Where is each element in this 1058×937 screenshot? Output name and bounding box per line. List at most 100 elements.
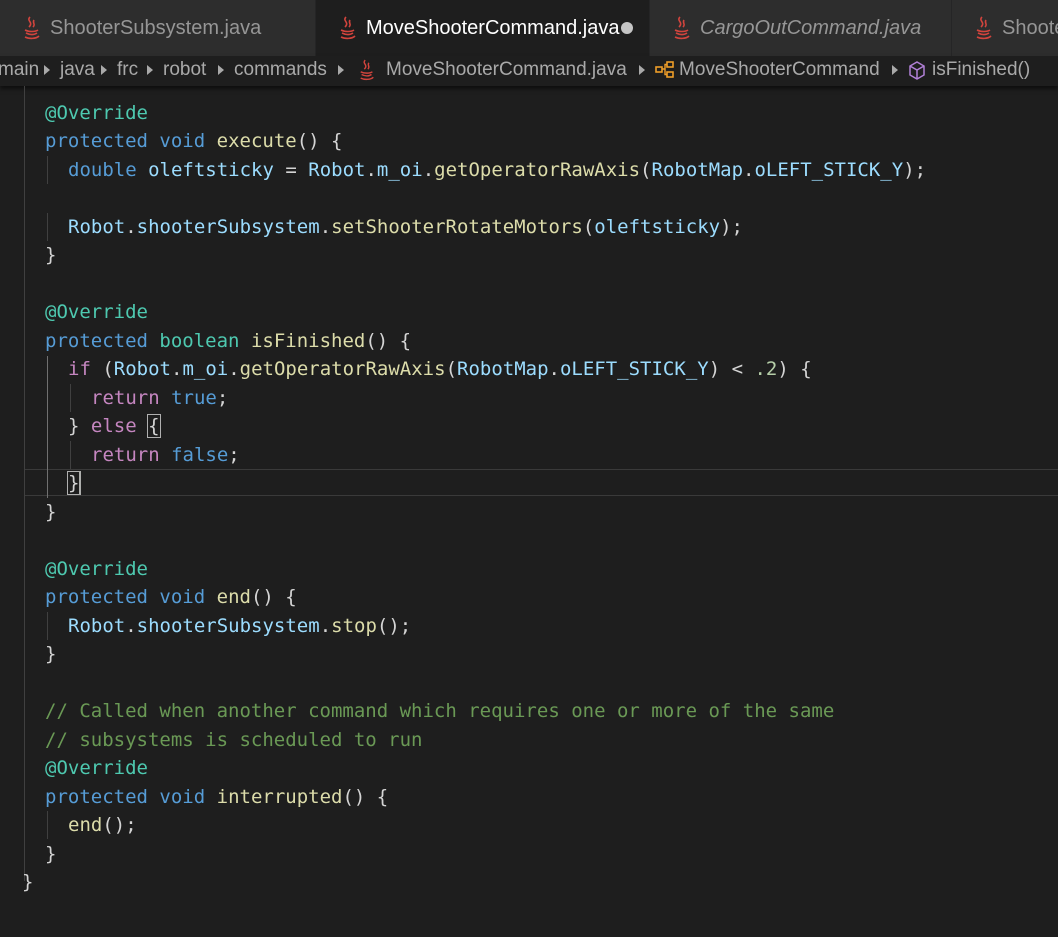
current-line-highlight [24, 469, 1058, 496]
chevron-right-icon [44, 65, 50, 75]
breadcrumb-item-main[interactable]: main [0, 59, 39, 81]
code-token: Robot [113, 358, 171, 380]
indent-guide [70, 441, 71, 469]
java-icon [976, 16, 992, 40]
tab-label: CargoOutCommand.java [700, 16, 922, 39]
code-line-23: // subsystems is scheduled to run [45, 726, 423, 754]
code-line-26: end(); [68, 814, 137, 836]
tab-shooter-partial[interactable]: Shoote [952, 0, 1058, 56]
code-line-2: protected void execute() { [45, 130, 343, 152]
chevron-right-icon [101, 65, 107, 75]
code-line-5: Robot.shooterSubsystem.setShooterRotateM… [68, 216, 743, 238]
code-line-9: protected boolean isFinished() { [45, 330, 412, 352]
indent-guide [47, 356, 48, 498]
chevron-right-icon [639, 65, 645, 75]
tab-shooter-subsystem[interactable]: ShooterSubsystem.java [0, 0, 316, 56]
java-icon [674, 16, 690, 40]
indent-guide [47, 612, 48, 640]
code-line-28: } [22, 868, 33, 896]
code-token: getOperatorRawAxis [434, 159, 641, 181]
tab-cargo-out-command[interactable]: CargoOutCommand.java [650, 0, 952, 56]
indent-guide [70, 384, 71, 412]
code-token: true [171, 387, 217, 409]
code-line-27: } [45, 840, 56, 868]
code-line-12: } else { [68, 414, 161, 438]
code-token: protected [45, 330, 148, 352]
code-line-24: @Override [45, 754, 148, 782]
breadcrumb-item-file[interactable]: MoveShooterCommand.java [386, 59, 627, 81]
breadcrumb-item-method[interactable]: isFinished() [932, 59, 1030, 81]
code-token: Robot [68, 615, 126, 637]
breadcrumb-item-commands[interactable]: commands [234, 59, 327, 81]
chevron-right-icon [338, 65, 344, 75]
code-token: shooterSubsystem [136, 216, 320, 238]
code-token: interrupted [216, 786, 343, 808]
chevron-right-icon [147, 65, 153, 75]
code-token: double [68, 159, 137, 181]
java-icon [340, 16, 356, 40]
code-token: m_oi [182, 358, 229, 380]
code-token: execute [216, 130, 297, 152]
code-token: @Override [45, 301, 148, 323]
code-token: oleftsticky [148, 159, 274, 181]
matched-bracket: { [147, 414, 161, 438]
code-token: false [171, 444, 229, 466]
code-token: protected [45, 786, 148, 808]
code-token: getOperatorRawAxis [239, 358, 446, 380]
unsaved-dot-icon[interactable] [621, 22, 633, 34]
code-token: end [68, 814, 103, 836]
code-token: oleftsticky [594, 216, 721, 238]
method-cube-icon [909, 61, 925, 80]
breadcrumb-item-frc[interactable]: frc [117, 59, 138, 81]
code-token: @Override [45, 102, 148, 124]
code-token: } [45, 501, 57, 523]
code-token: protected [45, 130, 148, 152]
code-line-19: Robot.shooterSubsystem.stop(); [68, 615, 412, 637]
code-token: return [91, 444, 160, 466]
breadcrumb: main java frc robot commands MoveShooter… [0, 56, 1058, 86]
code-token: Robot [308, 159, 366, 181]
code-token: end [216, 586, 251, 608]
breadcrumb-item-class[interactable]: MoveShooterCommand [679, 59, 880, 81]
breadcrumb-item-robot[interactable]: robot [163, 59, 206, 81]
code-token: shooterSubsystem [136, 615, 320, 637]
code-line-20: } [45, 640, 56, 668]
code-token: protected [45, 586, 148, 608]
tab-move-shooter-command[interactable]: MoveShooterCommand.java [316, 0, 650, 56]
code-line-17: @Override [45, 555, 148, 583]
editor-tab-bar: ShooterSubsystem.java MoveShooterCommand… [0, 0, 1058, 56]
code-line-13: return false; [91, 444, 240, 466]
code-line-18: protected void end() { [45, 586, 297, 608]
code-line-1: @Override [45, 99, 148, 127]
code-token: RobotMap [457, 358, 549, 380]
breadcrumb-item-java[interactable]: java [60, 59, 95, 81]
code-token: boolean [159, 330, 240, 352]
code-token: void [159, 130, 206, 152]
code-token: void [159, 586, 206, 608]
code-line-22: // Called when another command which req… [45, 697, 834, 725]
code-token: isFinished [250, 330, 366, 352]
code-editor[interactable]: @Override protected void execute() { dou… [0, 86, 1058, 937]
code-token: RobotMap [651, 159, 744, 181]
java-icon [24, 16, 40, 40]
code-token: } [45, 643, 57, 665]
code-line-6: } [45, 241, 56, 269]
code-comment: // Called when another command which req… [45, 700, 835, 722]
code-token: else [90, 415, 137, 437]
code-token: setShooterRotateMotors [331, 216, 583, 238]
code-line-15: } [45, 498, 56, 526]
code-token: return [91, 387, 160, 409]
code-line-8: @Override [45, 298, 148, 326]
code-token: } [22, 871, 34, 893]
code-token: } [45, 244, 57, 266]
indent-guide [47, 213, 48, 241]
code-comment: // subsystems is scheduled to run [45, 729, 423, 751]
tab-label: ShooterSubsystem.java [50, 16, 262, 39]
tab-label: MoveShooterCommand.java [366, 16, 620, 39]
code-token: void [159, 786, 206, 808]
code-token: oLEFT_STICK_Y [559, 358, 709, 380]
code-token: if [68, 358, 91, 380]
matched-bracket: } [66, 471, 81, 495]
class-icon [655, 61, 674, 78]
code-line-10: if (Robot.m_oi.getOperatorRawAxis(RobotM… [68, 358, 812, 380]
